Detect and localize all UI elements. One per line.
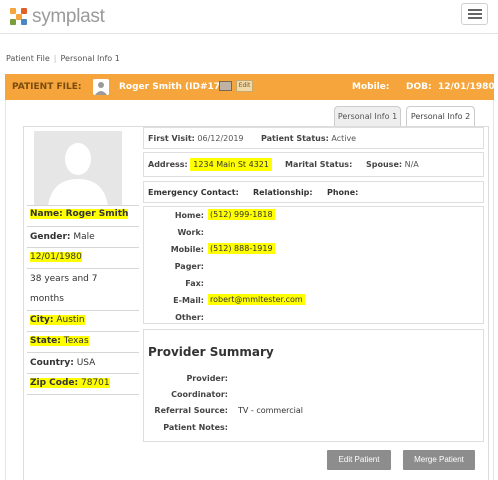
relationship-label: Relationship: [253, 188, 313, 197]
spouse-value: N/A [404, 160, 419, 169]
spouse-label: Spouse: [366, 160, 403, 169]
fax-label: Fax: [185, 279, 204, 288]
work-label: Work: [177, 228, 205, 237]
first-visit-label: First Visit: [148, 134, 195, 143]
other-label: Other: [175, 313, 204, 322]
home-label: Home: [174, 211, 204, 220]
patient-notes-label: Patient Notes: [163, 423, 228, 432]
work-phone-value [208, 226, 212, 228]
banner-dob-label: DOB: [406, 82, 432, 92]
banner-mobile-label: Mobile: [352, 82, 390, 92]
referral-source-label: Referral Source: [154, 406, 228, 415]
name-row: Name: Roger Smith [27, 205, 139, 226]
city-row: City: Austin [27, 310, 139, 331]
patient-status-label: Patient Status: [261, 134, 329, 143]
tab-personal-info-2[interactable]: Personal Info 2 [406, 106, 475, 127]
state-label: State: [30, 336, 61, 346]
marital-status-label: Marital Status: [285, 160, 353, 169]
id-card-icon[interactable] [219, 81, 232, 91]
patient-name-id: Roger Smith (ID#17) [119, 82, 225, 92]
emergency-section: Emergency Contact: Relationship: Phone: [143, 181, 484, 203]
banner-dob-value: 12/01/1980 [438, 82, 495, 92]
breadcrumb-separator: | [53, 54, 57, 63]
visit-section: First Visit: 06/12/2019 Patient Status: … [143, 127, 484, 149]
patient-file-label: PATIENT FILE: [12, 82, 82, 92]
country-value: USA [76, 358, 96, 368]
patient-status-value: Active [331, 134, 357, 143]
name-value: Roger Smith [65, 209, 129, 219]
top-bar: symplast [0, 0, 498, 34]
country-row: Country: USA [27, 352, 139, 373]
breadcrumb: Patient File | Personal Info 1 [6, 54, 120, 63]
home-phone-value: (512) 999-1818 [208, 209, 275, 220]
age-row: 38 years and 7 months [27, 268, 139, 310]
logo-text: symplast [32, 6, 105, 27]
mobile-label: Mobile: [170, 245, 204, 254]
email-label: E-Mail: [173, 296, 204, 305]
first-visit-value: 06/12/2019 [197, 134, 244, 143]
country-label: Country: [30, 358, 74, 368]
referral-source-value: TV - commercial [238, 406, 303, 415]
edit-patient-button[interactable]: Edit Patient [327, 450, 391, 470]
age-line-1: 38 years and 7 [30, 274, 98, 284]
address-value: 1234 Main St 4321 [190, 158, 272, 171]
dob-row: 12/01/1980 [27, 247, 139, 268]
symplast-logo[interactable]: symplast [10, 6, 105, 27]
state-value: Texas [63, 336, 89, 346]
emergency-contact-label: Emergency Contact: [148, 188, 239, 197]
city-value: Austin [56, 315, 85, 325]
provider-summary-title: Provider Summary [148, 345, 274, 359]
patient-avatar-small-icon [93, 79, 109, 95]
merge-patient-button[interactable]: Merge Patient [403, 450, 475, 470]
dob-value: 12/01/1980 [30, 252, 82, 262]
edit-tag-button[interactable]: Edit [236, 80, 253, 92]
state-row: State: Texas [27, 331, 139, 352]
patient-file-banner: PATIENT FILE: Roger Smith (ID#17) Edit M… [5, 74, 495, 100]
phone-label: Phone: [327, 188, 359, 197]
hamburger-menu-icon[interactable] [461, 3, 488, 25]
age-line-2: months [30, 294, 64, 304]
mobile-phone-value: (512) 888-1919 [208, 243, 275, 254]
zip-row: Zip Code: 78701 [27, 373, 139, 395]
gender-label: Gender: [30, 232, 71, 242]
provider-label: Provider: [186, 374, 228, 383]
city-label: City: [30, 315, 54, 325]
breadcrumb-personal-info-1: Personal Info 1 [60, 54, 120, 63]
tab-personal-info-1[interactable]: Personal Info 1 [334, 106, 401, 127]
coordinator-label: Coordinator: [171, 390, 228, 399]
name-label: Name: [30, 209, 63, 219]
gender-row: Gender: Male [27, 226, 139, 247]
zip-value: 78701 [81, 378, 110, 388]
pager-label: Pager: [174, 262, 204, 271]
address-section: Address: 1234 Main St 4321 Marital Statu… [143, 152, 484, 177]
breadcrumb-patient-file[interactable]: Patient File [6, 54, 50, 63]
address-label: Address: [148, 160, 188, 169]
patient-photo-placeholder [34, 131, 122, 206]
email-value[interactable]: robert@mmltester.com [208, 294, 305, 305]
zip-label: Zip Code: [30, 378, 79, 388]
gender-value: Male [73, 232, 95, 242]
symplast-logo-mark-icon [10, 8, 28, 26]
